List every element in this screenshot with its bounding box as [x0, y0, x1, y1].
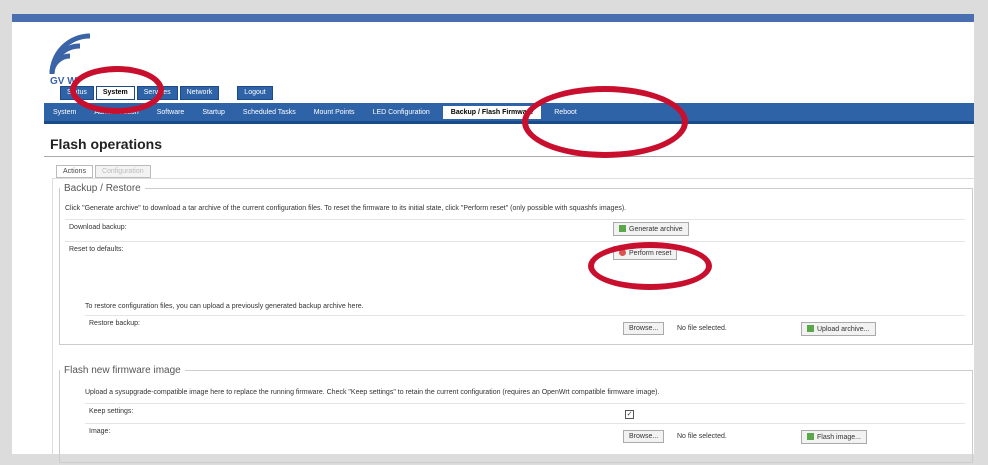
archive-icon: [619, 225, 626, 232]
flash-description: Upload a sysupgrade-compatible image her…: [85, 389, 660, 396]
highlight-perform-reset: [588, 242, 712, 290]
backup-legend: Backup / Restore: [64, 183, 141, 194]
tab-network[interactable]: Network: [179, 86, 220, 100]
backup-rows: Download backup: Generate archive Reset …: [65, 219, 965, 279]
flash-legend: Flash new firmware image: [64, 365, 181, 376]
generate-archive-label: Generate archive: [629, 226, 683, 233]
nav-led-configuration[interactable]: LED Configuration: [364, 109, 439, 116]
keep-settings-row: Keep settings: ✓: [85, 403, 965, 424]
restore-file-status: No file selected.: [677, 325, 727, 332]
restore-backup-row: Restore backup: Browse... No file select…: [85, 315, 965, 344]
upload-icon: [807, 325, 814, 332]
restore-browse-button[interactable]: Browse...: [623, 322, 665, 335]
title-divider: [44, 156, 974, 157]
nav-system[interactable]: System: [44, 109, 85, 116]
restore-description: To restore configuration files, you can …: [85, 303, 364, 310]
upload-archive-label: Upload archive...: [817, 326, 870, 333]
flash-image-label: Flash image...: [817, 434, 861, 441]
image-label: Image:: [89, 428, 111, 435]
tab-logout[interactable]: Logout: [237, 86, 273, 100]
flash-icon: [807, 433, 814, 440]
image-file-status: No file selected.: [677, 433, 727, 440]
subtab-actions[interactable]: Actions: [56, 165, 93, 178]
restore-backup-label: Restore backup:: [89, 320, 140, 327]
flash-image-button[interactable]: Flash image...: [801, 430, 867, 444]
actions-panel: Backup / Restore Click "Generate archive…: [52, 178, 976, 465]
browser-page: GV W Status System Services Network Logo…: [12, 14, 976, 465]
generate-archive-button[interactable]: Generate archive: [613, 222, 689, 236]
secondary-nav: System Administration Software Startup S…: [44, 103, 974, 124]
download-backup-row: Download backup: Generate archive: [65, 219, 965, 238]
top-bar: [12, 14, 974, 22]
image-row: Image: Browse... No file selected. Flash…: [85, 423, 965, 452]
upload-archive-button[interactable]: Upload archive...: [801, 322, 876, 336]
reset-defaults-label: Reset to defaults:: [69, 246, 124, 253]
highlight-system-tab: [70, 66, 164, 114]
highlight-backup-flash-tab: [522, 86, 688, 158]
reset-defaults-row: Reset to defaults: Perform reset: [65, 241, 965, 260]
nav-mount-points[interactable]: Mount Points: [305, 109, 364, 116]
page-title: Flash operations: [50, 136, 163, 152]
download-backup-label: Download backup:: [69, 224, 127, 231]
subtabs: Actions Configuration: [56, 165, 151, 178]
image-browse-button[interactable]: Browse...: [623, 430, 665, 443]
backup-description: Click "Generate archive" to download a t…: [65, 205, 627, 212]
nav-software[interactable]: Software: [148, 109, 194, 116]
subtab-configuration[interactable]: Configuration: [94, 165, 151, 178]
nav-scheduled-tasks[interactable]: Scheduled Tasks: [234, 109, 305, 116]
nav-startup[interactable]: Startup: [193, 109, 234, 116]
keep-settings-checkbox[interactable]: ✓: [625, 410, 634, 419]
keep-settings-label: Keep settings:: [89, 408, 134, 415]
